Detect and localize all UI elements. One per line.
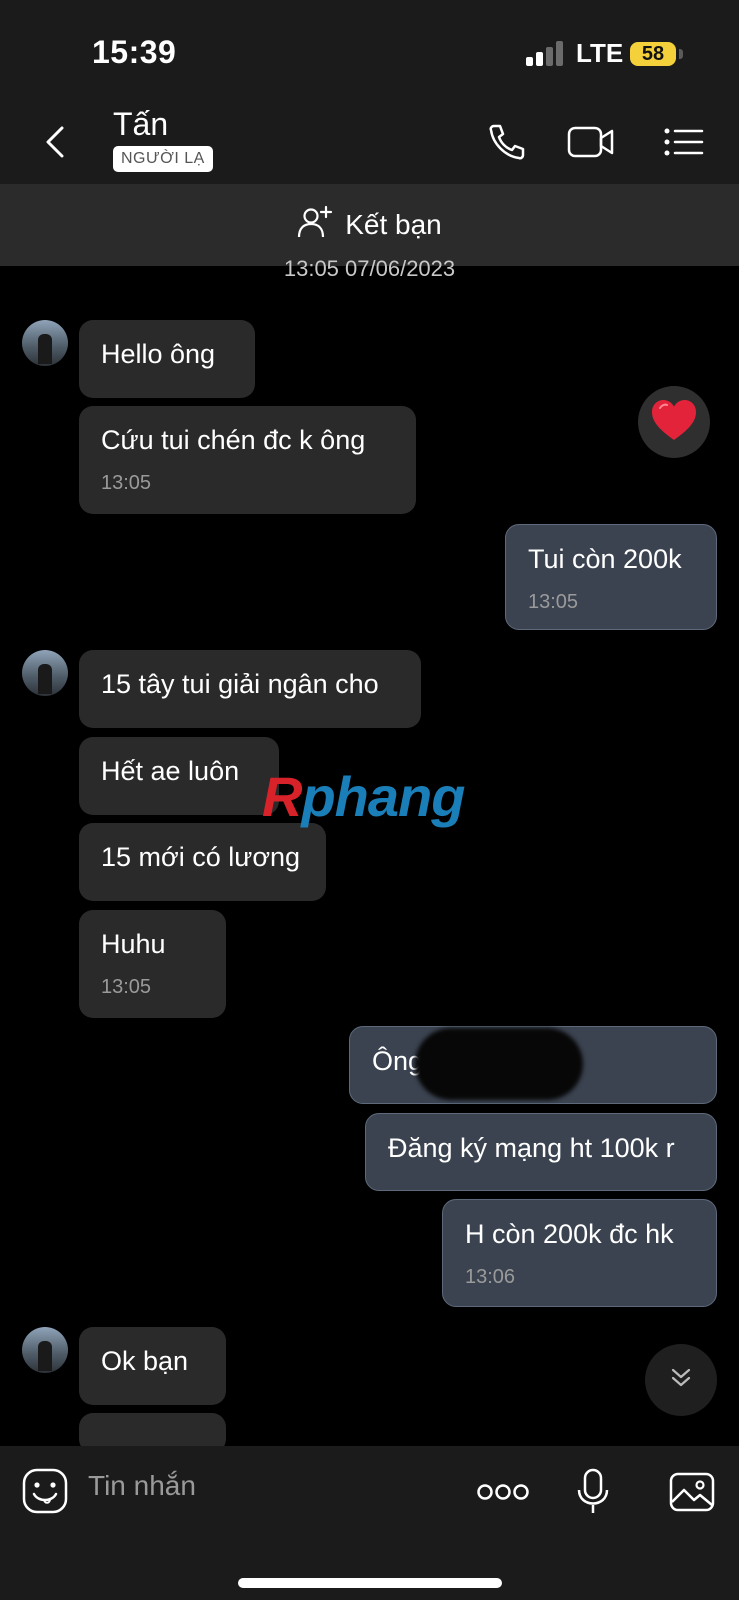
message-text: Ok bạn bbox=[101, 1346, 189, 1376]
message-text: H còn 200k đc hk bbox=[465, 1219, 674, 1249]
message-text: Hello ông bbox=[101, 339, 216, 369]
battery-icon: 58 bbox=[630, 42, 676, 66]
emoji-icon[interactable] bbox=[22, 1468, 68, 1514]
message-text: Hết ae luôn bbox=[101, 756, 240, 786]
home-indicator bbox=[238, 1578, 502, 1588]
message-time: 13:06 bbox=[465, 1265, 516, 1288]
message-time: 13:05 bbox=[528, 590, 579, 613]
status-time: 15:39 bbox=[92, 34, 177, 70]
avatar[interactable] bbox=[22, 650, 68, 696]
message-incoming[interactable]: 15 tây tui giải ngân cho bbox=[79, 650, 421, 728]
video-icon[interactable] bbox=[566, 120, 616, 164]
image-icon[interactable] bbox=[668, 1468, 716, 1514]
message-outgoing[interactable]: H còn 200k đc hk 13:06 bbox=[442, 1199, 717, 1307]
redaction bbox=[415, 1028, 583, 1100]
message-incoming[interactable]: Ok bạn bbox=[79, 1327, 226, 1405]
chat-header: Tấn NGƯỜI LẠ bbox=[0, 100, 739, 184]
add-friend-button[interactable]: Kết bạn bbox=[0, 184, 739, 266]
message-text: Tui còn 200k bbox=[528, 544, 682, 574]
avatar[interactable] bbox=[22, 1327, 68, 1373]
chevron-down-icon bbox=[667, 1364, 695, 1397]
message-text: Cứu tui chén đc k ông bbox=[101, 425, 366, 455]
stranger-badge: NGƯỜI LẠ bbox=[113, 146, 213, 172]
message-text: Đăng ký mạng ht 100k r bbox=[388, 1133, 675, 1163]
heart-reaction[interactable] bbox=[638, 386, 710, 458]
status-bar: 15:39 LTE 58 bbox=[0, 0, 739, 100]
message-time: 13:05 bbox=[101, 471, 152, 494]
message-incoming[interactable]: Hết ae luôn bbox=[79, 737, 279, 815]
phone-icon[interactable] bbox=[485, 120, 529, 164]
more-icon[interactable] bbox=[477, 1482, 529, 1502]
contact-name[interactable]: Tấn bbox=[113, 106, 168, 143]
microphone-icon[interactable] bbox=[576, 1468, 610, 1516]
menu-icon[interactable] bbox=[662, 120, 706, 164]
message-input[interactable]: Tin nhắn bbox=[88, 1470, 196, 1502]
heart-icon bbox=[650, 398, 698, 447]
message-outgoing[interactable]: Tui còn 200k 13:05 bbox=[505, 524, 717, 630]
scroll-down-button[interactable] bbox=[645, 1344, 717, 1416]
signal-icon bbox=[526, 40, 566, 66]
message-time: 13:05 bbox=[101, 975, 152, 998]
network-label: LTE bbox=[576, 38, 624, 68]
composer-bar: Tin nhắn bbox=[0, 1446, 739, 1600]
message-text: Huhu bbox=[101, 929, 166, 959]
add-friend-label: Kết bạn bbox=[345, 209, 442, 240]
message-incoming[interactable]: Huhu 13:05 bbox=[79, 910, 226, 1018]
message-text: 15 tây tui giải ngân cho bbox=[101, 669, 379, 699]
message-incoming[interactable]: Hello ông bbox=[79, 320, 255, 398]
battery-tip bbox=[679, 49, 683, 59]
message-text: 15 mới có lương bbox=[101, 842, 301, 872]
back-icon[interactable] bbox=[36, 122, 76, 162]
avatar[interactable] bbox=[22, 320, 68, 366]
add-friend-icon bbox=[297, 204, 333, 247]
message-incoming[interactable]: Cứu tui chén đc k ông 13:05 bbox=[79, 406, 416, 514]
message-incoming[interactable]: 15 mới có lương bbox=[79, 823, 326, 901]
watermark-logo: Rphang bbox=[262, 765, 465, 828]
date-label: 13:05 07/06/2023 bbox=[283, 256, 456, 281]
message-outgoing[interactable]: Đăng ký mạng ht 100k r bbox=[365, 1113, 717, 1191]
